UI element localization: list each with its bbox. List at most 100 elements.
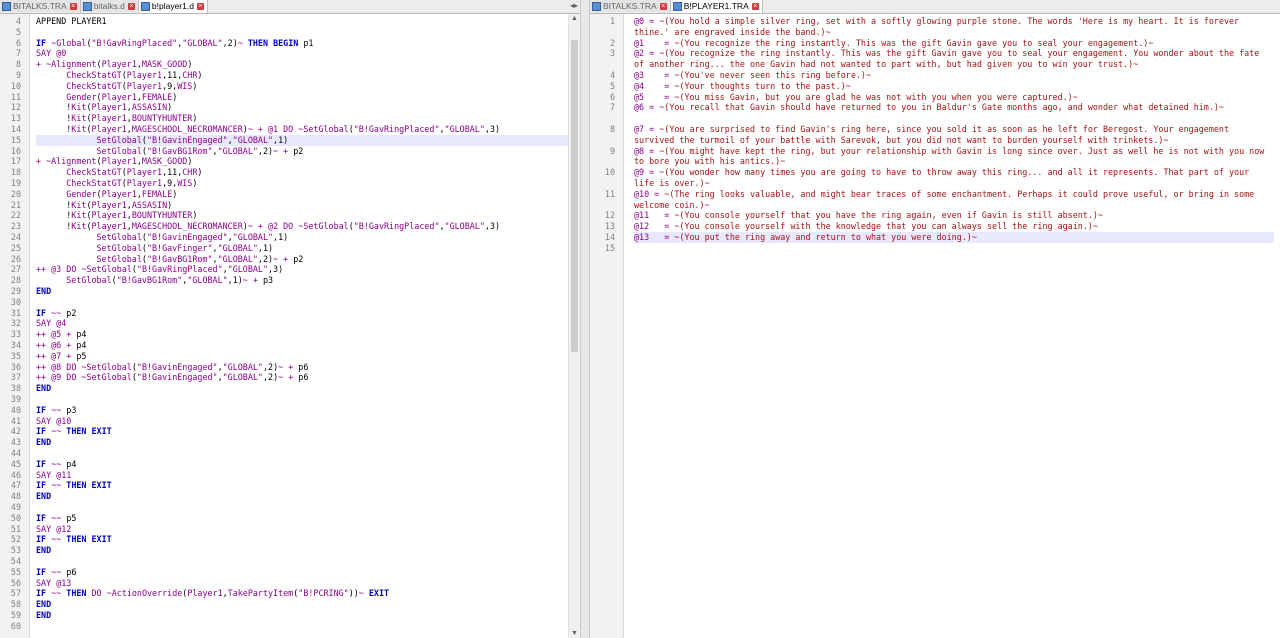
tra-entry[interactable]: @4 = ~(Your thoughts turn to the past.)~ xyxy=(634,81,1274,92)
tab-label: B!PLAYER1.TRA xyxy=(683,1,749,11)
line-number: 10 xyxy=(10,80,21,91)
close-icon[interactable]: × xyxy=(659,2,667,10)
tra-entry[interactable]: @1 = ~(You recognize the ring instantly.… xyxy=(634,38,1274,49)
code-line[interactable]: END xyxy=(36,545,568,556)
tra-ref: @3 xyxy=(634,70,645,80)
tab-bitalks-tra[interactable]: BITALKS.TRA × xyxy=(0,0,81,12)
line-number: 11 xyxy=(604,188,615,199)
code-line[interactable] xyxy=(36,621,568,632)
tra-entry[interactable]: @7 = ~(You are surprised to find Gavin's… xyxy=(634,124,1274,146)
line-number: 53 xyxy=(10,545,21,556)
code-line[interactable]: END xyxy=(36,599,568,610)
tra-entry[interactable]: @6 = ~(You recall that Gavin should have… xyxy=(634,102,1274,124)
close-icon[interactable]: × xyxy=(69,2,77,10)
code-area[interactable]: APPEND PLAYER1 IF ~Global("B!GavRingPlace… xyxy=(36,14,568,638)
tab-bitalks-tra-right[interactable]: BITALKS.TRA × xyxy=(590,0,671,12)
code-line[interactable] xyxy=(36,502,568,513)
close-icon[interactable]: × xyxy=(127,2,135,10)
code-line[interactable]: SetGlobal("B!GavBG1Rom","GLOBAL",2)~ + p… xyxy=(36,146,568,157)
code-line[interactable] xyxy=(36,297,568,308)
code-line[interactable]: SetGlobal("B!GavinEngaged","GLOBAL",1) xyxy=(36,232,568,243)
code-line[interactable]: ++ @6 + p4 xyxy=(36,340,568,351)
code-line[interactable]: END xyxy=(36,437,568,448)
code-line[interactable]: SAY @12 xyxy=(36,524,568,535)
code-line[interactable]: Gender(Player1,FEMALE) xyxy=(36,189,568,200)
code-line[interactable]: IF ~~ p3 xyxy=(36,405,568,416)
code-line[interactable]: SetGlobal("B!GavinEngaged","GLOBAL",1) xyxy=(36,134,568,146)
tra-entry[interactable]: @13 = ~(You put the ring away and return… xyxy=(634,232,1274,243)
code-line[interactable]: !Kit(Player1,ASSASIN) xyxy=(36,102,568,113)
code-line[interactable]: Gender(Player1,FEMALE) xyxy=(36,92,568,103)
code-line[interactable] xyxy=(36,556,568,567)
code-line[interactable]: ++ @8 DO ~SetGlobal("B!GavinEngaged","GL… xyxy=(36,362,568,373)
file-icon xyxy=(592,1,601,11)
line-number: 22 xyxy=(10,210,21,221)
code-line[interactable]: APPEND PLAYER1 xyxy=(36,16,568,27)
code-line[interactable] xyxy=(36,27,568,38)
code-line[interactable]: CheckStatGT(Player1,9,WIS) xyxy=(36,178,568,189)
code-line[interactable]: IF ~~ p4 xyxy=(36,459,568,470)
code-line[interactable]: CheckStatGT(Player1,11,CHR) xyxy=(36,70,568,81)
left-code-editor[interactable]: 4 5 6 7 8 9 10 11 12 13 14 15 16 17 18 19 20 21 22 23 24 25 26… xyxy=(0,14,580,638)
arrow-up-icon[interactable]: ▲ xyxy=(569,14,580,23)
code-line[interactable]: IF ~~ THEN EXIT xyxy=(36,534,568,545)
tab-bplayer1-d[interactable]: b!player1.d × xyxy=(138,0,208,13)
code-line[interactable]: SAY @10 xyxy=(36,416,568,427)
code-line[interactable]: SAY @0 xyxy=(36,48,568,59)
tra-entry[interactable]: @12 = ~(You console yourself with the kn… xyxy=(634,221,1274,232)
tra-entry[interactable]: @0 = ~(You hold a simple silver ring, se… xyxy=(634,16,1274,38)
code-line[interactable]: END xyxy=(36,286,568,297)
tra-text-area[interactable]: @0 = ~(You hold a simple silver ring, se… xyxy=(634,14,1274,638)
code-line[interactable]: IF ~Global("B!GavRingPlaced","GLOBAL",2)… xyxy=(36,38,568,49)
code-line[interactable]: ++ @3 DO ~SetGlobal("B!GavRingPlaced","G… xyxy=(36,264,568,275)
code-line[interactable]: !Kit(Player1,BOUNTYHUNTER) xyxy=(36,113,568,124)
close-icon[interactable]: × xyxy=(751,2,759,10)
code-line[interactable]: IF ~~ p2 xyxy=(36,308,568,319)
code-line[interactable]: END xyxy=(36,610,568,621)
arrow-down-icon[interactable]: ▼ xyxy=(569,629,580,638)
scrollbar-thumb[interactable] xyxy=(571,40,578,352)
code-line[interactable]: SAY @4 xyxy=(36,318,568,329)
code-line[interactable]: SetGlobal("B!GavFinger","GLOBAL",1) xyxy=(36,243,568,254)
code-line[interactable]: IF ~~ THEN DO ~ActionOverride(Player1,Ta… xyxy=(36,588,568,599)
code-line[interactable]: !Kit(Player1,ASSASIN) xyxy=(36,200,568,211)
close-icon[interactable]: × xyxy=(196,2,204,10)
tra-entry[interactable]: @3 = ~(You've never seen this ring befor… xyxy=(634,70,1274,81)
code-line[interactable] xyxy=(36,448,568,459)
code-line[interactable]: SetGlobal("B!GavBG1Rom","GLOBAL",2)~ + p… xyxy=(36,254,568,265)
tra-entry[interactable]: @5 = ~(You miss Gavin, but you are glad … xyxy=(634,92,1274,103)
code-line[interactable]: SAY @13 xyxy=(36,578,568,589)
tra-entry[interactable]: @2 = ~(You recognize the ring instantly.… xyxy=(634,48,1274,70)
right-code-editor[interactable]: 1 2 3 4 5 6 7 8 9 10 11 12 13 14 15 @0 = ~(You hold a … xyxy=(590,14,1280,638)
tab-bplayer1-tra[interactable]: B!PLAYER1.TRA × xyxy=(670,0,763,13)
code-line[interactable]: !Kit(Player1,MAGESCHOOL_NECROMANCER)~ + … xyxy=(36,221,568,232)
code-line[interactable]: END xyxy=(36,383,568,394)
line-number: 18 xyxy=(10,167,21,178)
tra-entry[interactable]: @11 = ~(You console yourself that you ha… xyxy=(634,210,1274,221)
code-line[interactable]: IF ~~ THEN EXIT xyxy=(36,480,568,491)
tab-bitalks-d[interactable]: bitalks.d × xyxy=(80,0,139,12)
code-line[interactable]: ++ @5 + p4 xyxy=(36,329,568,340)
pane-splitter[interactable] xyxy=(580,0,590,638)
code-line[interactable]: IF ~~ THEN EXIT xyxy=(36,426,568,437)
code-line[interactable]: !Kit(Player1,MAGESCHOOL_NECROMANCER)~ + … xyxy=(36,124,568,135)
code-line[interactable]: + ~Alignment(Player1,MASK_GOOD) xyxy=(36,156,568,167)
tra-entry[interactable]: @10 = ~(The ring looks valuable, and mig… xyxy=(634,189,1274,211)
tra-entry[interactable]: @8 = ~(You might have kept the ring, but… xyxy=(634,146,1274,168)
vertical-scrollbar[interactable]: ▲ ▼ xyxy=(568,14,580,638)
code-line[interactable]: SAY @11 xyxy=(36,470,568,481)
code-line[interactable] xyxy=(36,394,568,405)
code-line[interactable]: CheckStatGT(Player1,9,WIS) xyxy=(36,81,568,92)
code-line[interactable]: !Kit(Player1,BOUNTYHUNTER) xyxy=(36,210,568,221)
code-line[interactable]: ++ @7 + p5 xyxy=(36,351,568,362)
tab-scroll-arrows[interactable]: ◂▸ xyxy=(570,1,578,10)
tra-ref: @1 xyxy=(634,37,645,48)
code-line[interactable]: END xyxy=(36,491,568,502)
code-line[interactable]: IF ~~ p6 xyxy=(36,567,568,578)
code-line[interactable]: CheckStatGT(Player1,11,CHR) xyxy=(36,167,568,178)
code-line[interactable]: SetGlobal("B!GavBG1Rom","GLOBAL",1)~ + p… xyxy=(36,275,568,286)
code-line[interactable]: + ~Alignment(Player1,MASK_GOOD) xyxy=(36,59,568,70)
tra-entry[interactable]: @9 = ~(You wonder how many times you are… xyxy=(634,167,1274,189)
code-line[interactable]: ++ @9 DO ~SetGlobal("B!GavinEngaged","GL… xyxy=(36,372,568,383)
code-line[interactable]: IF ~~ p5 xyxy=(36,513,568,524)
